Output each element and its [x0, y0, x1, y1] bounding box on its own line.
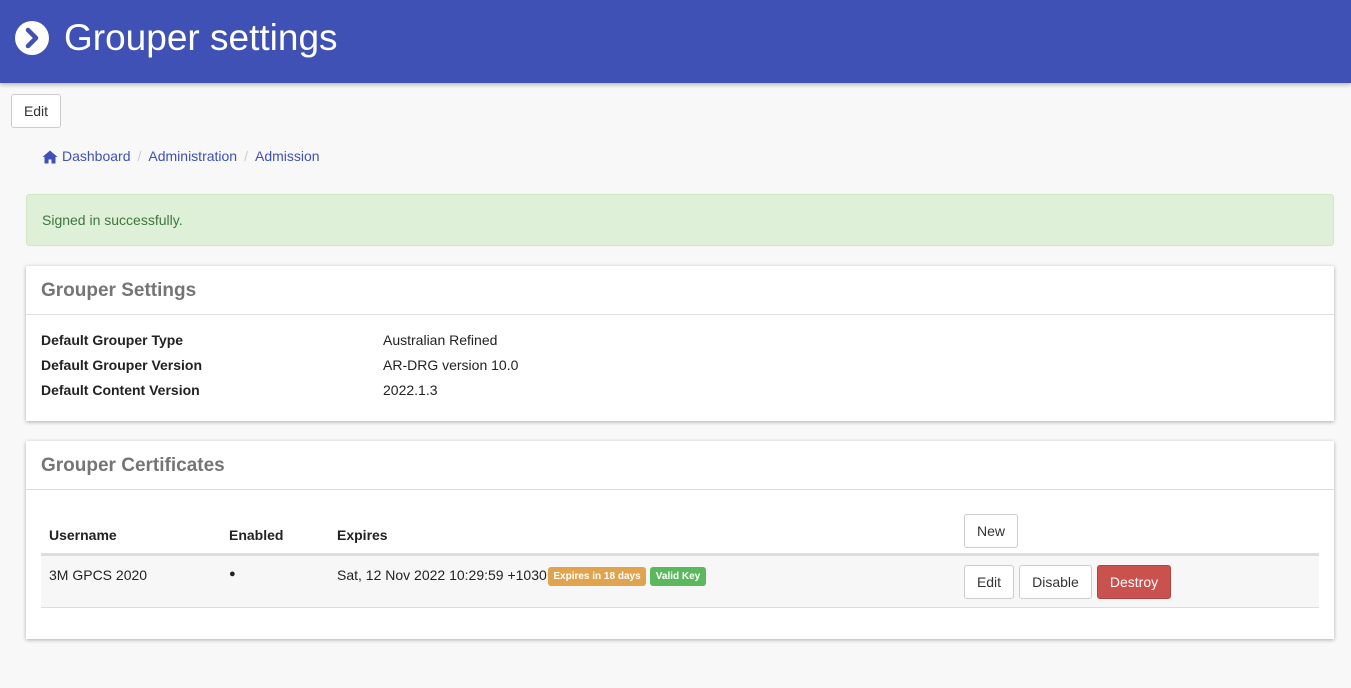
expiry-warning-badge: Expires in 18 days [548, 567, 646, 586]
grouper-certificates-panel: Grouper Certificates Username Enabled Ex… [26, 441, 1334, 639]
setting-label: Default Grouper Version [41, 357, 203, 373]
grouper-settings-panel: Grouper Settings Default Grouper Type Au… [26, 266, 1334, 421]
page-title: Grouper settings [64, 17, 338, 58]
setting-label: Default Grouper Type [41, 332, 184, 348]
new-certificate-button[interactable]: New [964, 514, 1018, 548]
breadcrumb: Dashboard / Administration / Admission [42, 146, 320, 166]
panel-title: Grouper Settings [26, 266, 1334, 315]
cell-username: 3M GPCS 2020 [49, 567, 148, 583]
column-header-enabled: Enabled [229, 527, 284, 543]
destroy-certificate-button[interactable]: Destroy [1097, 565, 1171, 599]
breadcrumb-administration[interactable]: Administration [148, 146, 237, 166]
chevron-right-circle-icon[interactable] [15, 21, 49, 55]
valid-key-badge: Valid Key [650, 567, 706, 586]
edit-settings-button[interactable]: Edit [11, 94, 61, 128]
breadcrumb-dashboard[interactable]: Dashboard [62, 146, 131, 166]
disable-certificate-button[interactable]: Disable [1019, 565, 1092, 599]
enabled-dot-icon: ● [229, 568, 236, 580]
setting-value: 2022.1.3 [383, 382, 438, 398]
column-header-expires: Expires [337, 527, 388, 543]
breadcrumb-admission[interactable]: Admission [255, 146, 320, 166]
app-header: Grouper settings [0, 0, 1351, 83]
success-alert: Signed in successfully. [26, 194, 1334, 246]
breadcrumb-separator: / [137, 148, 142, 164]
cell-expires: Sat, 12 Nov 2022 10:29:59 +1030 [337, 567, 547, 583]
setting-value: Australian Refined [383, 332, 498, 348]
panel-title: Grouper Certificates [26, 441, 1334, 490]
setting-label: Default Content Version [41, 382, 200, 398]
home-icon[interactable] [42, 149, 58, 164]
setting-value: AR-DRG version 10.0 [383, 357, 519, 373]
column-header-username: Username [49, 527, 117, 543]
breadcrumb-separator: / [244, 148, 248, 164]
edit-certificate-button[interactable]: Edit [964, 565, 1014, 599]
